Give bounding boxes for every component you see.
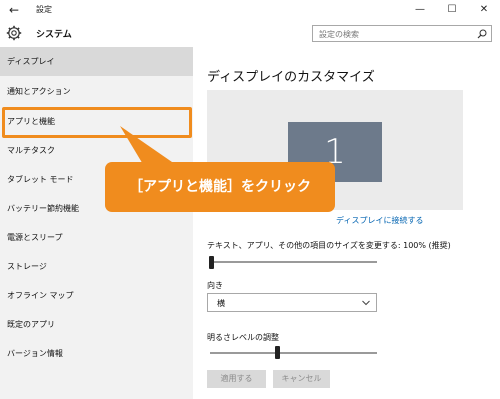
orientation-value: 横 [217,299,225,308]
maximize-button[interactable]: ☐ [436,0,468,20]
size-slider-track[interactable] [210,261,377,263]
sidebar-item-display[interactable]: ディスプレイ [0,47,193,76]
size-label: テキスト、アプリ、その他の項目のサイズを変更する: 100% (推奨) [207,241,451,250]
page-title: システム [36,30,72,40]
sidebar-item-offline-maps[interactable]: オフライン マップ [0,281,193,310]
callout-text: ［アプリと機能］をクリック [129,179,311,195]
search-input[interactable]: 設定の検索 [312,25,492,42]
brightness-slider-track[interactable] [210,352,377,354]
apply-button[interactable]: 適用する [207,370,266,388]
gear-icon [6,25,22,41]
settings-header: システム 設定の検索 [0,20,500,47]
brightness-label: 明るさレベルの調整 [207,333,279,342]
back-button[interactable]: ← [6,2,22,18]
sidebar: ディスプレイ 通知とアクション アプリと機能 マルチタスク タブレット モード … [0,47,193,399]
close-button[interactable]: ✕ [468,0,500,20]
orientation-dropdown[interactable]: 横 [207,293,377,312]
connect-display-link[interactable]: ディスプレイに接続する [336,215,423,226]
size-slider-thumb[interactable] [209,256,214,269]
section-title: ディスプレイのカスタマイズ [207,70,375,85]
callout-bubble: ［アプリと機能］をクリック [105,162,335,212]
window-title: 設定 [36,5,52,14]
sidebar-item-notifications[interactable]: 通知とアクション [0,77,193,106]
title-bar: ← 設定 — ☐ ✕ [0,0,500,20]
minimize-button[interactable]: — [404,0,436,20]
search-icon[interactable] [477,29,487,39]
chevron-down-icon [362,300,370,306]
cancel-button[interactable]: キャンセル [273,370,330,388]
brightness-slider-thumb[interactable] [275,346,281,359]
search-placeholder: 設定の検索 [319,30,359,39]
sidebar-item-default-apps[interactable]: 既定のアプリ [0,310,193,339]
sidebar-item-storage[interactable]: ストレージ [0,252,193,281]
sidebar-item-about[interactable]: バージョン情報 [0,339,193,368]
sidebar-item-power-sleep[interactable]: 電源とスリープ [0,223,193,252]
orientation-label: 向き [207,281,223,290]
